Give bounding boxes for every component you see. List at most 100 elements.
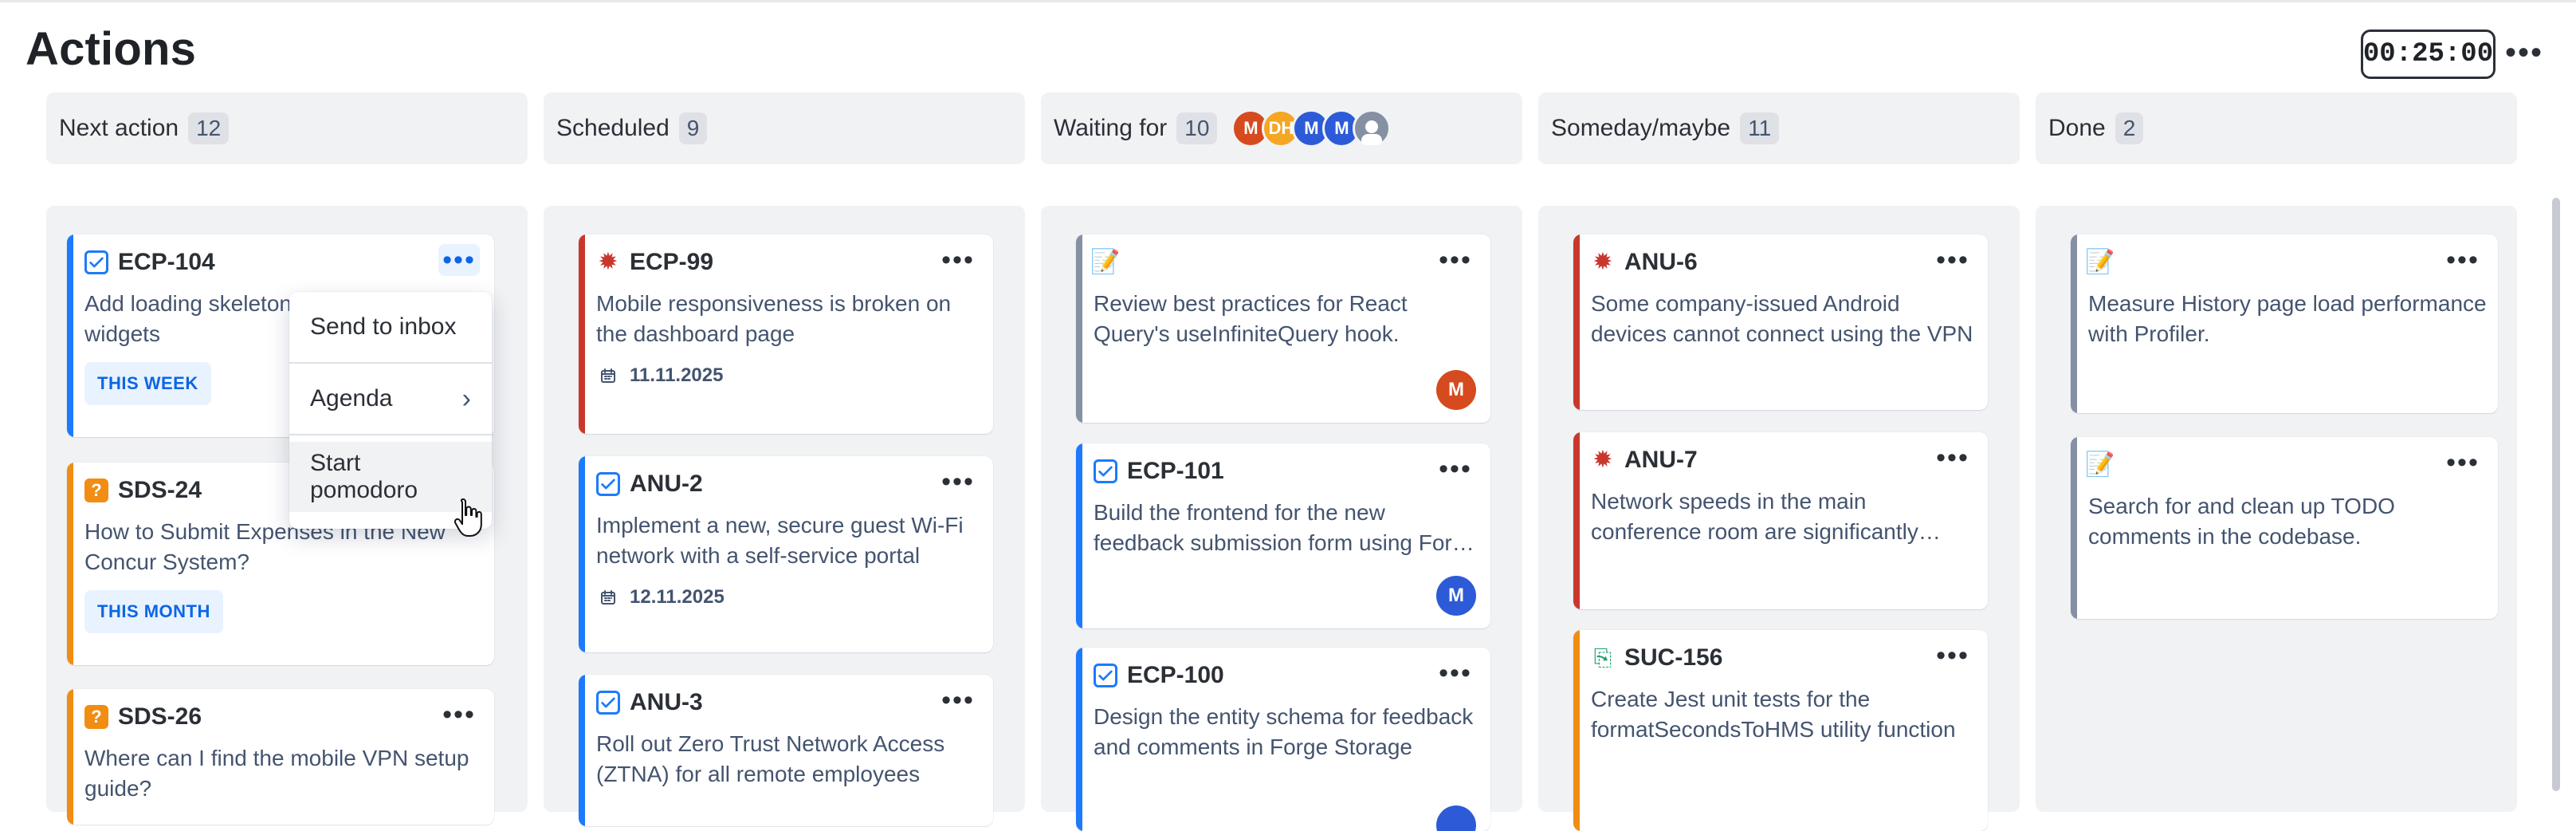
issue-key: ANU-3: [630, 689, 703, 715]
calendar-icon: [596, 364, 620, 388]
issue-card[interactable]: ANU-3 Roll out Zero Trust Network Access…: [579, 675, 993, 826]
issue-title: Design the entity schema for feedback an…: [1094, 704, 1474, 759]
assignee-avatar[interactable]: M: [1436, 576, 1476, 616]
calendar-icon: [596, 585, 620, 609]
issue-title: Build the frontend for the new feedback …: [1094, 500, 1477, 555]
card-color-bar: [579, 234, 585, 434]
card-more-button[interactable]: •••: [438, 244, 480, 276]
issue-card[interactable]: ? SDS-26 Where can I find the mobile VPN…: [67, 689, 494, 825]
issue-card[interactable]: ✹ ANU-6 Some company-issued Android devi…: [1573, 234, 1988, 410]
issue-title: Where can I find the mobile VPN setup gu…: [84, 746, 469, 801]
issue-title: Mobile responsiveness is broken on the d…: [596, 291, 952, 346]
column-count-badge: 12: [188, 112, 230, 144]
card-more-button[interactable]: •••: [1932, 244, 1973, 276]
column-count-badge: 11: [1740, 112, 1780, 144]
status-badge: THIS WEEK: [84, 362, 211, 405]
page-title: Actions: [26, 23, 197, 75]
column-title: Done: [2048, 115, 2106, 141]
issue-card[interactable]: ✹ ANU-7 Network speeds in the main confe…: [1573, 432, 1988, 609]
column-count-badge: 9: [678, 112, 708, 144]
due-date-text: 12.11.2025: [630, 586, 724, 608]
card-content: ? SDS-26 Where can I find the mobile VPN…: [84, 702, 483, 813]
card-color-bar: [579, 675, 585, 826]
card-content: ✹ ANU-6 Some company-issued Android devi…: [1591, 247, 1977, 399]
issue-key: SDS-24: [118, 477, 202, 503]
card-header: ANU-2: [596, 469, 982, 499]
card-content: ANU-2 Implement a new, secure guest Wi-F…: [596, 469, 982, 641]
menu-item-label: Start pomodoro: [310, 450, 418, 503]
card-more-button[interactable]: •••: [1435, 453, 1476, 485]
note-icon: 📝: [1090, 249, 1121, 275]
question-icon: ?: [84, 705, 108, 729]
menu-item-agenda[interactable]: Agenda ›: [289, 364, 492, 434]
card-color-bar: [1076, 648, 1082, 831]
issue-title: Create Jest unit tests for the formatSec…: [1591, 687, 1956, 742]
card-header: ✹ ANU-7: [1591, 445, 1977, 475]
issue-title: Roll out Zero Trust Network Access (ZTNA…: [596, 731, 945, 786]
bug-icon: ✹: [1592, 447, 1613, 473]
card-more-button[interactable]: •••: [1932, 442, 1973, 474]
card-more-button[interactable]: •••: [1932, 640, 1973, 671]
top-divider: [0, 0, 2576, 2]
issue-key: ECP-104: [118, 249, 215, 275]
card-more-button[interactable]: •••: [2442, 447, 2484, 479]
card-more-button[interactable]: •••: [438, 699, 480, 731]
card-content: ✹ ECP-99 Mobile responsiveness is broken…: [596, 247, 982, 423]
assignee-avatar[interactable]: M: [1436, 370, 1476, 410]
card-more-button[interactable]: •••: [937, 244, 979, 276]
column-header-waiting-for: Waiting for 10 M DH M M: [1041, 93, 1522, 164]
card-color-bar: [2071, 234, 2077, 413]
card-more-button[interactable]: •••: [2442, 244, 2484, 276]
column-header-done: Done 2: [2036, 93, 2517, 164]
card-more-button[interactable]: •••: [937, 466, 979, 498]
issue-card[interactable]: 📝 Review best practices for React Query'…: [1076, 234, 1490, 423]
card-color-bar: [67, 463, 73, 665]
card-color-bar: [67, 234, 73, 437]
issue-card[interactable]: 📝 Search for and clean up TODO comments …: [2071, 437, 2498, 619]
card-color-bar: [1076, 443, 1082, 628]
task-checkbox-icon: [596, 472, 620, 496]
chevron-right-icon: ›: [461, 383, 471, 414]
status-badge: THIS MONTH: [84, 590, 223, 633]
card-more-button[interactable]: •••: [1435, 657, 1476, 689]
story-icon: ⎘: [1593, 645, 1612, 670]
issue-card[interactable]: 📝 Measure History page load performance …: [2071, 234, 2498, 413]
card-header: ECP-101: [1094, 456, 1479, 486]
card-context-menu[interactable]: Send to inbox Agenda › Start pomodoro: [289, 292, 492, 529]
card-content: ⎘ SUC-156 Create Jest unit tests for the…: [1591, 643, 1977, 820]
card-more-button[interactable]: •••: [1435, 244, 1476, 276]
issue-card[interactable]: ECP-101 Build the frontend for the new f…: [1076, 443, 1490, 628]
menu-item-send-to-inbox[interactable]: Send to inbox: [289, 292, 492, 362]
card-more-button[interactable]: •••: [937, 684, 979, 716]
assignee-avatar-group[interactable]: M DH M M: [1231, 109, 1392, 148]
issue-key: ANU-6: [1624, 249, 1698, 275]
issue-key: ECP-100: [1127, 662, 1224, 688]
card-header: ECP-104: [84, 247, 483, 278]
card-content: ANU-3 Roll out Zero Trust Network Access…: [596, 687, 982, 815]
menu-divider: [289, 434, 492, 435]
task-checkbox-icon: [84, 250, 108, 274]
issue-title: Measure History page load performance wi…: [2088, 291, 2487, 346]
issue-card[interactable]: ANU-2 Implement a new, secure guest Wi-F…: [579, 456, 993, 652]
scrollbar-thumb[interactable]: [2552, 198, 2560, 791]
task-checkbox-icon: [596, 691, 620, 715]
card-header: 📝: [2085, 450, 2487, 480]
card-content: 📝 Review best practices for React Query'…: [1090, 247, 1479, 412]
issue-key: SDS-26: [118, 703, 202, 730]
pomodoro-timer[interactable]: 00:25:00: [2361, 30, 2496, 79]
column-header-someday-maybe: Someday/maybe 11: [1538, 93, 2020, 164]
due-date: 12.11.2025: [596, 585, 982, 609]
card-header: ANU-3: [596, 687, 982, 718]
issue-card[interactable]: ⎘ SUC-156 Create Jest unit tests for the…: [1573, 630, 1988, 831]
issue-card[interactable]: ✹ ECP-99 Mobile responsiveness is broken…: [579, 234, 993, 434]
issue-card[interactable]: ECP-100 Design the entity schema for fee…: [1076, 648, 1490, 831]
bug-icon: ✹: [598, 249, 618, 275]
column-count-badge: 2: [2115, 112, 2144, 144]
card-header: 📝: [1090, 247, 1479, 278]
column-header-next-action: Next action 12: [46, 93, 528, 164]
card-color-bar: [1573, 630, 1580, 831]
task-checkbox-icon: [1094, 459, 1117, 483]
more-options-button[interactable]: •••: [2503, 35, 2546, 70]
avatar-placeholder-icon[interactable]: [1353, 109, 1392, 148]
issue-key: ANU-7: [1624, 447, 1698, 473]
